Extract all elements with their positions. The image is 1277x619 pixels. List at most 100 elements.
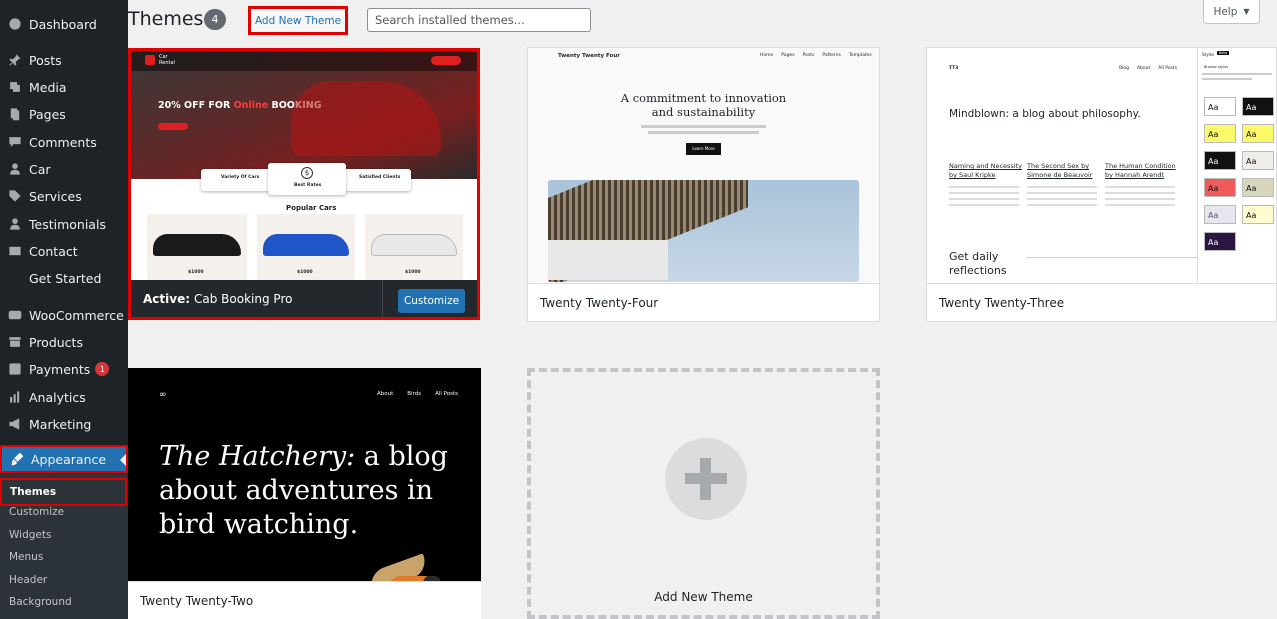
page-title: Themes xyxy=(128,8,204,30)
tag-icon xyxy=(8,189,22,203)
pin-icon xyxy=(8,53,22,67)
submenu-item-background[interactable]: Background xyxy=(0,591,128,613)
style-swatch[interactable]: Aa xyxy=(1204,124,1236,143)
sidebar-item-comments[interactable]: Comments xyxy=(0,129,128,155)
sidebar-item-label: Posts xyxy=(29,52,62,68)
sidebar-item-dashboard[interactable]: Dashboard xyxy=(0,11,128,37)
preview-nav: About Birds All Posts xyxy=(377,391,459,397)
sidebar-item-label: Contact xyxy=(29,243,78,259)
sidebar-item-get-started[interactable]: Get Started xyxy=(0,265,128,291)
preview-feature-1: Variety Of Cars xyxy=(221,175,260,180)
customize-button[interactable]: Customize xyxy=(398,289,465,313)
comment-icon xyxy=(8,135,22,149)
style-swatch[interactable]: Aa xyxy=(1204,97,1236,116)
brush-icon xyxy=(10,452,24,466)
sidebar-item-media[interactable]: Media xyxy=(0,74,128,100)
style-swatch[interactable]: Aa xyxy=(1204,178,1236,197)
style-swatch[interactable]: Aa xyxy=(1204,151,1236,170)
theme-screenshot: ∞ About Birds All Posts The Hatchery: a … xyxy=(128,368,481,608)
sidebar-item-label: Car xyxy=(29,161,51,177)
browse-styles: Browse styles xyxy=(1204,65,1229,69)
styles-title: Styles xyxy=(1202,52,1215,57)
sidebar-item-products[interactable]: Products xyxy=(0,329,128,355)
style-swatch[interactable]: Aa xyxy=(1204,232,1236,251)
style-swatch[interactable]: Aa xyxy=(1242,205,1274,224)
theme-name: Twenty Twenty-Three xyxy=(927,283,1276,321)
sidebar-item-label: Payments xyxy=(29,361,91,377)
sidebar-item-analytics[interactable]: Analytics xyxy=(0,384,128,410)
woo-icon xyxy=(8,308,22,322)
sidebar-item-label: Marketing xyxy=(29,416,92,432)
active-theme-name: Cab Booking Pro xyxy=(194,291,293,306)
style-swatch[interactable]: Aa xyxy=(1204,205,1236,224)
preview-post-1: Naming and Necessity by Saul Kripke xyxy=(949,162,1022,179)
styles-panel: Styles Beta Browse styles Aa Aa Aa Aa Aa Aa Aa… xyxy=(1197,48,1276,282)
sidebar-item-label: Get Started xyxy=(29,270,102,286)
add-new-theme-card[interactable]: Add New Theme xyxy=(527,368,880,619)
glasses-logo-icon: ∞ xyxy=(159,390,167,400)
sidebar-item-label: Products xyxy=(29,334,83,350)
sidebar-item-car[interactable]: Car xyxy=(0,156,128,182)
theme-name: Twenty Twenty-Four xyxy=(528,283,879,321)
sidebar-item-appearance[interactable]: Appearance xyxy=(0,445,128,473)
preview-headline: A commitment to innovation and sustainab… xyxy=(620,91,787,119)
style-swatch[interactable]: Aa xyxy=(1242,178,1274,197)
sidebar-item-label: Comments xyxy=(29,134,97,150)
sidebar-item-label: Services xyxy=(29,188,82,204)
add-new-theme-button[interactable]: Add New Theme xyxy=(248,6,348,35)
sidebar-item-posts[interactable]: Posts xyxy=(0,47,128,73)
search-themes-input[interactable] xyxy=(367,8,591,32)
submenu-item-customize[interactable]: Customize xyxy=(0,501,128,523)
preview-feature-3: Satisfied Clients xyxy=(359,175,401,180)
dollar-icon xyxy=(8,362,22,376)
sidebar-item-label: Media xyxy=(29,79,67,95)
submenu-item-header[interactable]: Header xyxy=(0,569,128,591)
preview-nav: Home Pages Posts Patterns Templates xyxy=(760,53,872,58)
plus-icon xyxy=(665,438,747,520)
sidebar-item-testimonials[interactable]: Testimonials xyxy=(0,211,128,237)
dashboard-icon xyxy=(8,17,22,31)
sidebar-item-pages[interactable]: Pages xyxy=(0,101,128,127)
theme-card-twenty-twenty-three[interactable]: TT3 Blog About All Posts Mindblown: a bl… xyxy=(926,47,1277,322)
theme-card-twenty-twenty-two[interactable]: ∞ About Birds All Posts The Hatchery: a … xyxy=(128,368,481,619)
add-new-theme-label: Add New Theme xyxy=(654,590,753,604)
sidebar-item-services[interactable]: Services xyxy=(0,183,128,209)
preview-logo: Car Rental xyxy=(159,54,175,66)
divider xyxy=(382,280,383,317)
preview-price-2: $1000 xyxy=(297,270,313,275)
preview-feature-2: Best Rates xyxy=(294,183,322,188)
help-button[interactable]: Help ▼ xyxy=(1203,0,1260,24)
sidebar-item-label: Dashboard xyxy=(29,16,97,32)
preview-headline: Mindblown: a blog about philosophy. xyxy=(949,108,1141,120)
help-label: Help xyxy=(1213,5,1238,18)
theme-card-active[interactable]: Car Rental 20% OFF FOR Online BOOKING Va… xyxy=(128,48,480,320)
caret-down-icon: ▼ xyxy=(1243,7,1250,16)
style-swatch[interactable]: Aa xyxy=(1242,151,1274,170)
preview-site-title: TT3 xyxy=(949,66,959,71)
active-label: Active: xyxy=(143,291,191,306)
sidebar-item-contact[interactable]: Contact xyxy=(0,238,128,264)
archive-icon xyxy=(8,335,22,349)
pages-icon xyxy=(8,107,22,121)
styles-beta-badge: Beta xyxy=(1217,51,1230,55)
theme-screenshot: TT3 Blog About All Posts Mindblown: a bl… xyxy=(927,48,1276,282)
sidebar-item-woocommerce[interactable]: WooCommerce xyxy=(0,302,128,328)
style-swatch[interactable]: Aa xyxy=(1242,124,1274,143)
media-icon xyxy=(8,80,22,94)
submenu-item-menus[interactable]: Menus xyxy=(0,546,128,568)
sidebar-item-label: Pages xyxy=(29,106,66,122)
person-icon xyxy=(8,162,22,176)
preview-price-1: $1000 xyxy=(188,270,204,275)
style-swatch[interactable]: Aa xyxy=(1242,97,1274,116)
sidebar-item-payments[interactable]: Payments 1 xyxy=(0,356,128,382)
sidebar-item-label: Appearance xyxy=(31,451,107,467)
preview-site-title: Twenty Twenty Four xyxy=(558,53,620,59)
sidebar-item-marketing[interactable]: Marketing xyxy=(0,411,128,437)
sidebar-item-label: WooCommerce xyxy=(29,307,124,323)
chart-icon xyxy=(8,390,22,404)
preview-post-2: The Second Sex by Simone de Beauvoir xyxy=(1027,162,1093,179)
theme-card-twenty-twenty-four[interactable]: Twenty Twenty Four Home Pages Posts Patt… xyxy=(527,47,880,322)
preview-post-3: The Human Condition by Hannah Arendt xyxy=(1105,162,1176,179)
sidebar-item-label: Analytics xyxy=(29,389,86,405)
submenu-item-widgets[interactable]: Widgets xyxy=(0,524,128,546)
